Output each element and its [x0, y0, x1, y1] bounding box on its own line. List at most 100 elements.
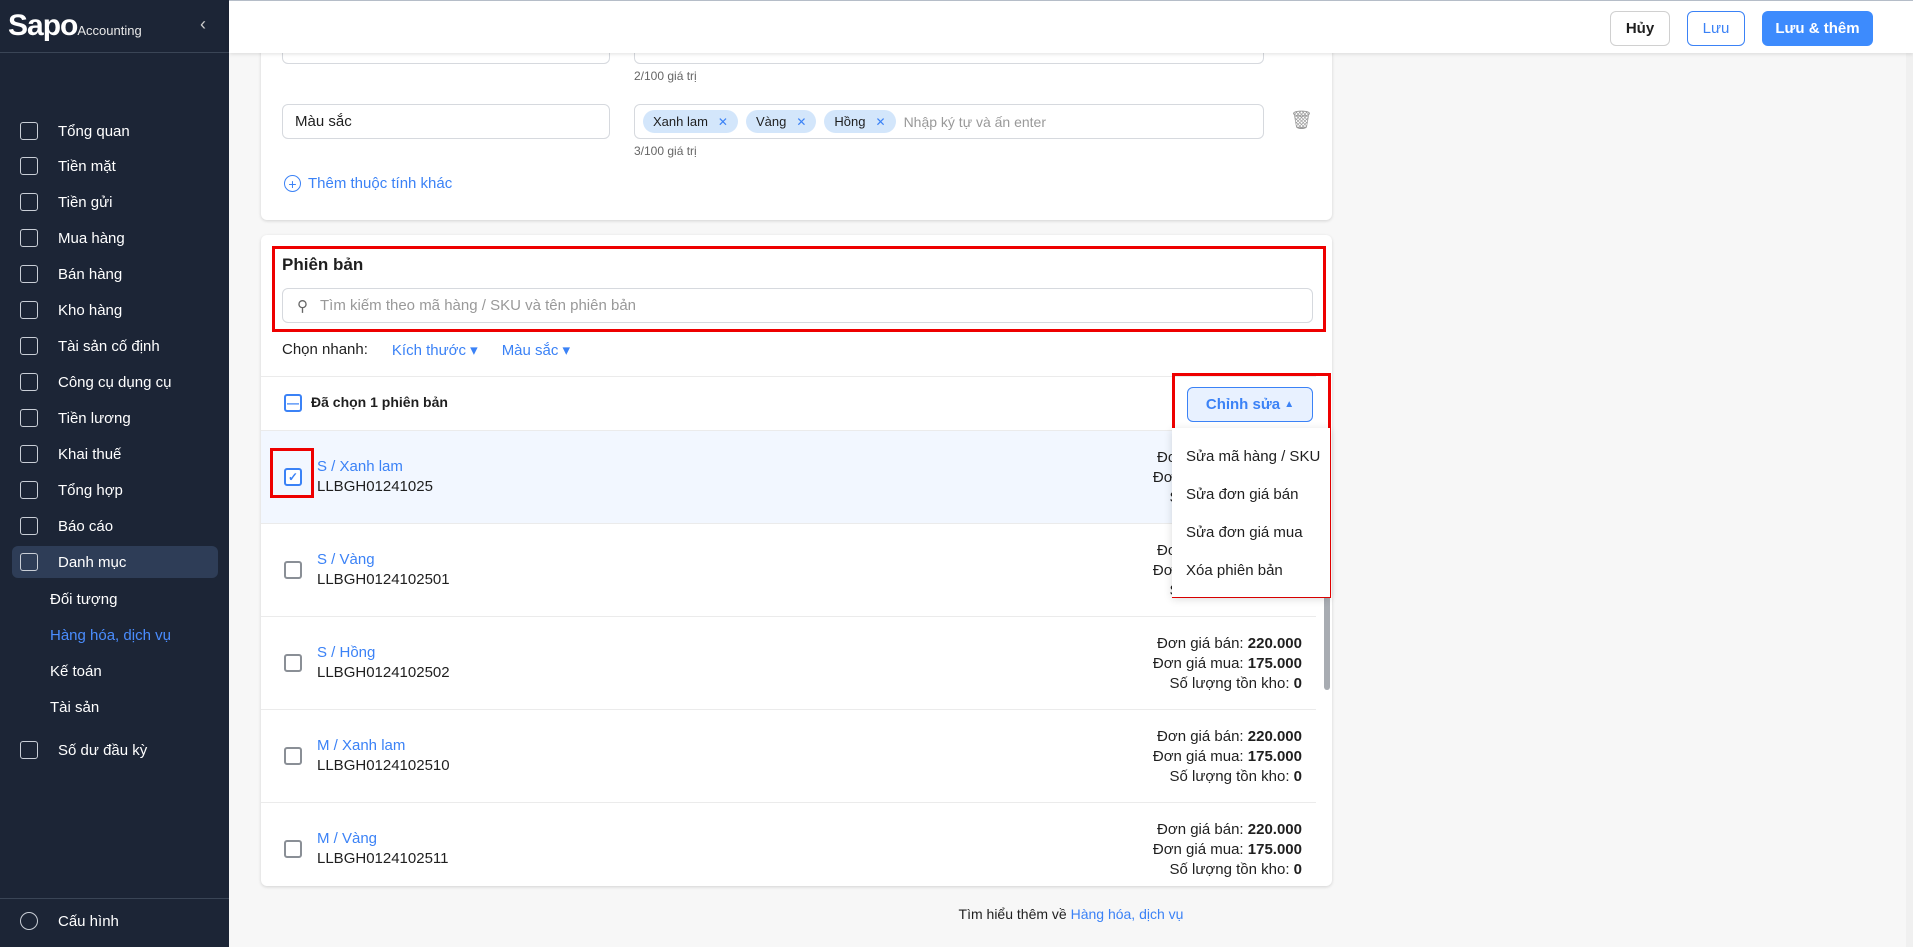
label: Báo cáo — [58, 517, 114, 535]
footer-text: Tìm hiểu thêm về — [958, 906, 1067, 922]
bag-icon — [20, 229, 38, 247]
buy-price: 175.000 — [1247, 655, 1302, 672]
plus-circle-icon: + — [284, 175, 301, 192]
sidebar-item[interactable]: Tiền mặt — [12, 150, 218, 182]
attribute-name-input[interactable]: Màu sắc — [282, 104, 610, 139]
label: Tổng quan — [58, 122, 130, 140]
sidebar-item[interactable]: Mua hàng — [12, 222, 218, 254]
sidebar-item[interactable]: Công cụ dụng cụ — [12, 366, 218, 398]
variant-values: Đơn giá bán: 220.000 Đơn giá mua: 175.00… — [1152, 635, 1302, 692]
trash-icon[interactable]: 🗑 — [1290, 110, 1313, 131]
variant-row[interactable]: ✓ S / Xanh lam LLBGH01241025 Đơn giá bán… — [261, 430, 1316, 523]
menu-item-edit-sell-price[interactable]: Sửa đơn giá bán — [1186, 486, 1298, 503]
sidebar-subitem[interactable]: Đối tượng — [50, 591, 117, 608]
label: Tiền gửi — [58, 193, 113, 211]
variant-row[interactable]: S / Vàng LLBGH0124102501 Đơn giá bán: 22… — [261, 523, 1316, 616]
selected-count: Đã chọn 1 phiên bản — [311, 394, 448, 410]
quick-select: Chọn nhanh: Kích thước ▾ Màu sắc ▾ — [282, 341, 570, 359]
row-checkbox[interactable] — [284, 654, 302, 672]
sidebar-subitem[interactable]: Hàng hóa, dịch vụ — [50, 627, 171, 644]
variant-sku: LLBGH01241025 — [317, 478, 433, 495]
buy-price: 175.000 — [1247, 841, 1302, 858]
variant-name[interactable]: S / Xanh lam — [317, 458, 403, 475]
top-bar: Hủy Lưu Lưu & thêm — [229, 0, 1913, 53]
variant-name[interactable]: S / Hồng — [317, 644, 375, 661]
sidebar-item[interactable]: Kho hàng — [12, 294, 218, 326]
value-tag: Xanh lam ✕ — [643, 110, 738, 133]
warehouse-icon — [20, 301, 38, 319]
cancel-button[interactable]: Hủy — [1610, 11, 1670, 46]
label: Tài sản cố định — [58, 337, 160, 355]
label: Kho hàng — [58, 301, 123, 319]
value-count: 3/100 giá trị — [634, 144, 697, 158]
remove-tag-icon[interactable]: ✕ — [796, 115, 806, 129]
row-checkbox[interactable] — [284, 561, 302, 579]
label: Tiền mặt — [58, 157, 116, 175]
sidebar: Sapo Accounting ‹ Tổng quan Tiền mặt Tiền g… — [0, 0, 229, 947]
sidebar-item[interactable]: Danh mục — [12, 546, 218, 578]
bank-icon — [20, 445, 38, 463]
stock: 0 — [1293, 768, 1302, 785]
collapse-sidebar-icon[interactable]: ‹ — [200, 14, 206, 35]
ledger-icon — [20, 481, 38, 499]
highlight-box — [270, 448, 314, 498]
divider — [0, 898, 229, 899]
sell-price: 220.000 — [1247, 821, 1302, 838]
list-icon — [20, 553, 38, 571]
variant-row[interactable]: M / Vàng LLBGH0124102511 Đơn giá bán: 22… — [261, 802, 1316, 886]
select-all-checkbox[interactable]: — — [284, 394, 302, 412]
remove-tag-icon[interactable]: ✕ — [718, 115, 728, 129]
attribute-values-input[interactable]: Xanh lam ✕ Vàng ✕ Hồng ✕ Nhập ký tự và ấn e… — [634, 104, 1264, 139]
sell-price: 220.000 — [1247, 728, 1302, 745]
sidebar-item[interactable]: Tổng quan — [12, 115, 218, 147]
sidebar-subitem[interactable]: Tài sản — [50, 699, 99, 716]
variant-sku: LLBGH0124102510 — [317, 757, 450, 774]
quick-size-dropdown[interactable]: Kích thước ▾ — [392, 341, 478, 359]
sidebar-item-opening-balance[interactable]: Số dư đầu kỳ — [12, 734, 218, 766]
variant-row[interactable]: M / Xanh lam LLBGH0124102510 Đơn giá bán… — [261, 709, 1316, 802]
value-tag: Hồng ✕ — [824, 110, 896, 133]
tag-label: Vàng — [755, 114, 787, 129]
sidebar-item[interactable]: Tổng hợp — [12, 474, 218, 506]
logo-sub: Accounting — [77, 22, 142, 38]
add-attribute-button[interactable]: + Thêm thuộc tính khác — [284, 175, 452, 192]
menu-item-edit-buy-price[interactable]: Sửa đơn giá mua — [1186, 524, 1303, 541]
value-placeholder: Nhập ký tự và ấn enter — [903, 113, 1047, 130]
sidebar-item[interactable]: Khai thuế — [12, 438, 218, 470]
sidebar-item[interactable]: Tài sản cố định — [12, 330, 218, 362]
sidebar-item[interactable]: Bán hàng — [12, 258, 218, 290]
building-icon — [20, 337, 38, 355]
help-link[interactable]: Hàng hóa, dịch vụ — [1071, 906, 1184, 922]
label: Công cụ dụng cụ — [58, 373, 172, 391]
variant-values: Đơn giá bán: 220.000 Đơn giá mua: 175.00… — [1152, 728, 1302, 785]
variant-sku: LLBGH0124102511 — [317, 850, 449, 867]
card-icon — [20, 193, 38, 211]
selection-header: — Đã chọn 1 phiên bản Chỉnh sửa ▲ — [261, 376, 1316, 430]
sidebar-item-settings[interactable]: Cấu hình — [12, 905, 218, 937]
sidebar-item[interactable]: Tiền lương — [12, 402, 218, 434]
remove-tag-icon[interactable]: ✕ — [876, 115, 886, 129]
salary-icon — [20, 409, 38, 427]
variant-name[interactable]: M / Vàng — [317, 830, 377, 847]
variant-sku: LLBGH0124102501 — [317, 571, 450, 588]
menu-item-delete-variant[interactable]: Xóa phiên bản — [1186, 562, 1283, 579]
label: Khai thuế — [58, 445, 122, 463]
sidebar-item[interactable]: Báo cáo — [12, 510, 218, 542]
row-checkbox[interactable] — [284, 747, 302, 765]
label: Tổng hợp — [58, 481, 123, 499]
sidebar-subitem[interactable]: Kế toán — [50, 663, 102, 680]
highlight-box — [272, 246, 1326, 332]
quick-color-dropdown[interactable]: Màu sắc ▾ — [502, 341, 570, 359]
page-scrollbar[interactable] — [1906, 53, 1913, 947]
save-button[interactable]: Lưu — [1687, 11, 1745, 46]
menu-item-edit-sku[interactable]: Sửa mã hàng / SKU — [1186, 448, 1320, 465]
report-icon — [20, 517, 38, 535]
sidebar-item[interactable]: Tiền gửi — [12, 186, 218, 218]
save-and-add-button[interactable]: Lưu & thêm — [1762, 11, 1873, 46]
tool-icon — [20, 373, 38, 391]
row-checkbox[interactable] — [284, 840, 302, 858]
variant-name[interactable]: M / Xanh lam — [317, 737, 405, 754]
label: Mua hàng — [58, 229, 125, 247]
variant-row[interactable]: S / Hồng LLBGH0124102502 Đơn giá bán: 22… — [261, 616, 1316, 709]
variant-name[interactable]: S / Vàng — [317, 551, 375, 568]
